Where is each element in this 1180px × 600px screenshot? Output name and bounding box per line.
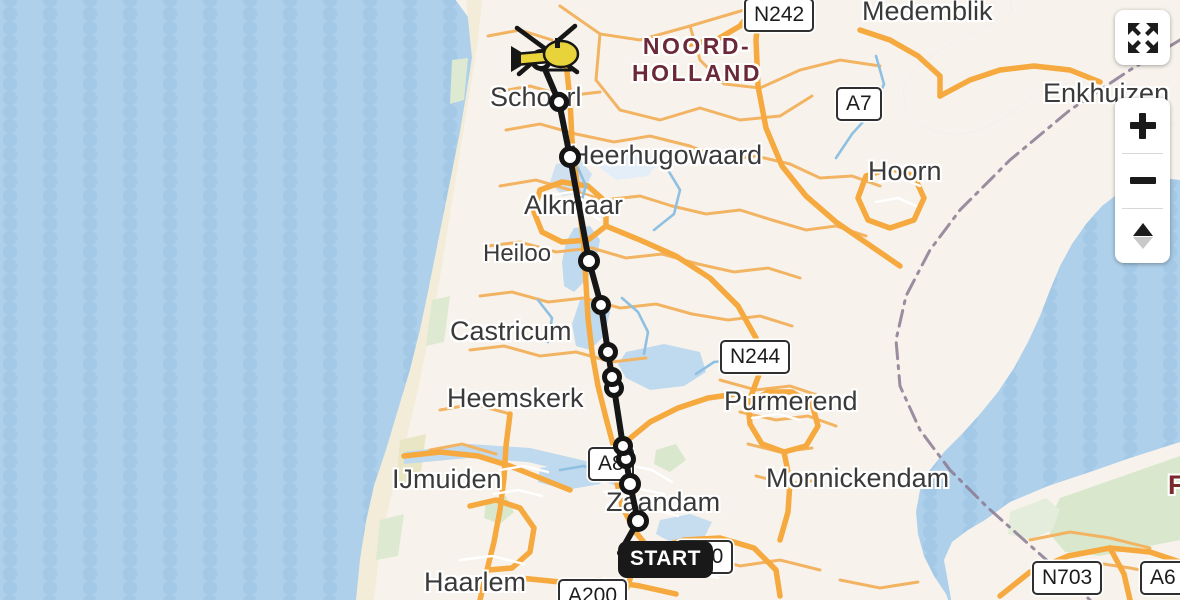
waypoint-marker[interactable] <box>598 342 618 362</box>
compass-triangle-icon <box>1132 222 1153 249</box>
plus-icon <box>1129 112 1156 139</box>
flight-route-line <box>538 57 641 556</box>
waypoint-marker[interactable] <box>619 473 641 495</box>
minus-icon <box>1129 168 1156 194</box>
zoom-in-button[interactable] <box>1115 98 1170 153</box>
waypoint-marker[interactable] <box>602 367 622 387</box>
zoom-controls[interactable] <box>1115 98 1170 263</box>
waypoint-marker[interactable] <box>559 146 581 168</box>
waypoint-marker[interactable] <box>578 250 600 272</box>
fullscreen-arrows-icon <box>1127 22 1158 53</box>
map-canvas[interactable]: Medemblik Enkhuizen Schoorl Heerhugowaar… <box>0 0 1180 600</box>
waypoint-marker[interactable] <box>613 436 633 456</box>
helicopter-icon[interactable] <box>505 18 590 95</box>
waypoint-marker[interactable] <box>591 295 611 315</box>
waypoint-marker[interactable] <box>549 92 569 112</box>
fullscreen-button[interactable] <box>1115 10 1170 65</box>
zoom-out-button[interactable] <box>1115 153 1170 208</box>
waypoint-marker[interactable] <box>627 510 649 532</box>
compass-button[interactable] <box>1115 208 1170 263</box>
start-marker[interactable]: START <box>618 541 713 578</box>
